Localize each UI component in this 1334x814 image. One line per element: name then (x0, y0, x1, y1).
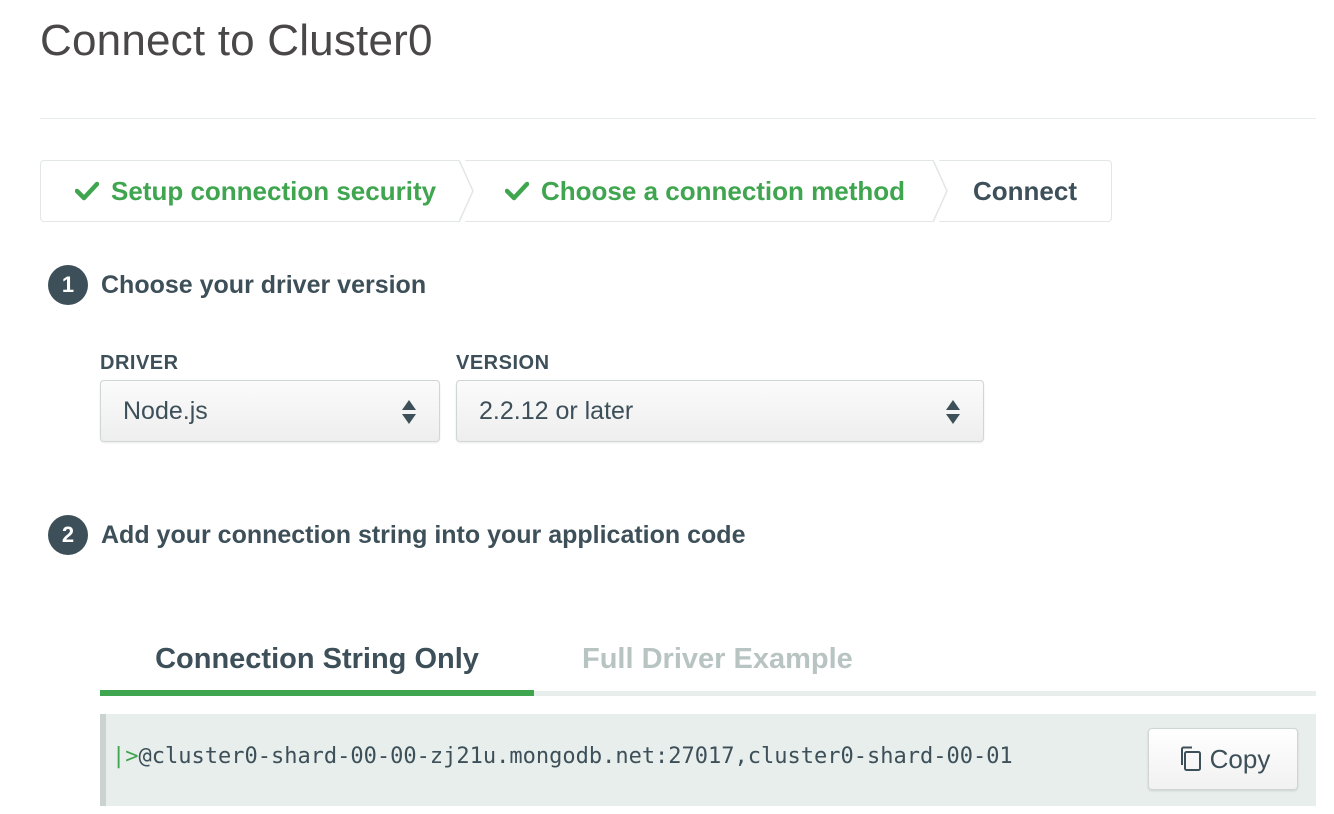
select-arrows-icon (401, 398, 417, 433)
select-arrows-icon (945, 398, 961, 433)
step-number-badge: 2 (48, 515, 88, 555)
breadcrumb-separator (459, 160, 479, 222)
checkmark-icon (505, 181, 529, 201)
breadcrumb-separator (933, 160, 953, 222)
version-select[interactable]: 2.2.12 or later (456, 380, 984, 442)
connection-string-text: @cluster0-shard-00-00-zj21u.mongodb.net:… (138, 744, 1013, 769)
driver-select-value: Node.js (123, 396, 208, 425)
tab-connection-string-only[interactable]: Connection String Only (100, 628, 534, 691)
connection-string-box: |>@cluster0-shard-00-00-zj21u.mongodb.ne… (100, 714, 1316, 806)
checkmark-icon (75, 181, 99, 201)
title-divider (40, 118, 1316, 119)
code-prefix: |> (112, 744, 139, 769)
active-tab-indicator (100, 690, 534, 696)
step-1-header: 1 Choose your driver version (48, 265, 426, 305)
connect-modal: Connect to Cluster0 Setup connection sec… (0, 0, 1334, 814)
copy-button-label: Copy (1209, 743, 1271, 774)
breadcrumb-step-label: Connect (973, 175, 1077, 206)
breadcrumb-step-label: Choose a connection method (541, 175, 906, 206)
step-title: Choose your driver version (101, 270, 427, 299)
copy-button[interactable]: Copy (1148, 728, 1298, 790)
breadcrumb-step-method[interactable]: Choose a connection method (465, 160, 953, 222)
step-title: Add your connection string into your app… (101, 520, 746, 549)
driver-select[interactable]: Node.js (100, 380, 440, 442)
connection-tabs: Connection String Only Full Driver Examp… (100, 628, 1316, 696)
page-title: Connect to Cluster0 (40, 16, 433, 65)
version-select-value: 2.2.12 or later (479, 396, 634, 425)
tab-full-driver-example[interactable]: Full Driver Example (582, 628, 853, 691)
breadcrumb-step-label: Setup connection security (111, 175, 437, 206)
step-number-badge: 1 (48, 265, 88, 305)
breadcrumb: Setup connection security Choose a conne… (40, 160, 1112, 222)
driver-label: DRIVER (100, 352, 179, 374)
copy-icon (1176, 745, 1204, 773)
breadcrumb-step-connect[interactable]: Connect (939, 161, 1111, 221)
breadcrumb-step-security[interactable]: Setup connection security (41, 160, 479, 222)
connection-string[interactable]: |>@cluster0-shard-00-00-zj21u.mongodb.ne… (112, 744, 1013, 769)
version-label: VERSION (456, 352, 550, 374)
step-2-header: 2 Add your connection string into your a… (48, 515, 745, 555)
